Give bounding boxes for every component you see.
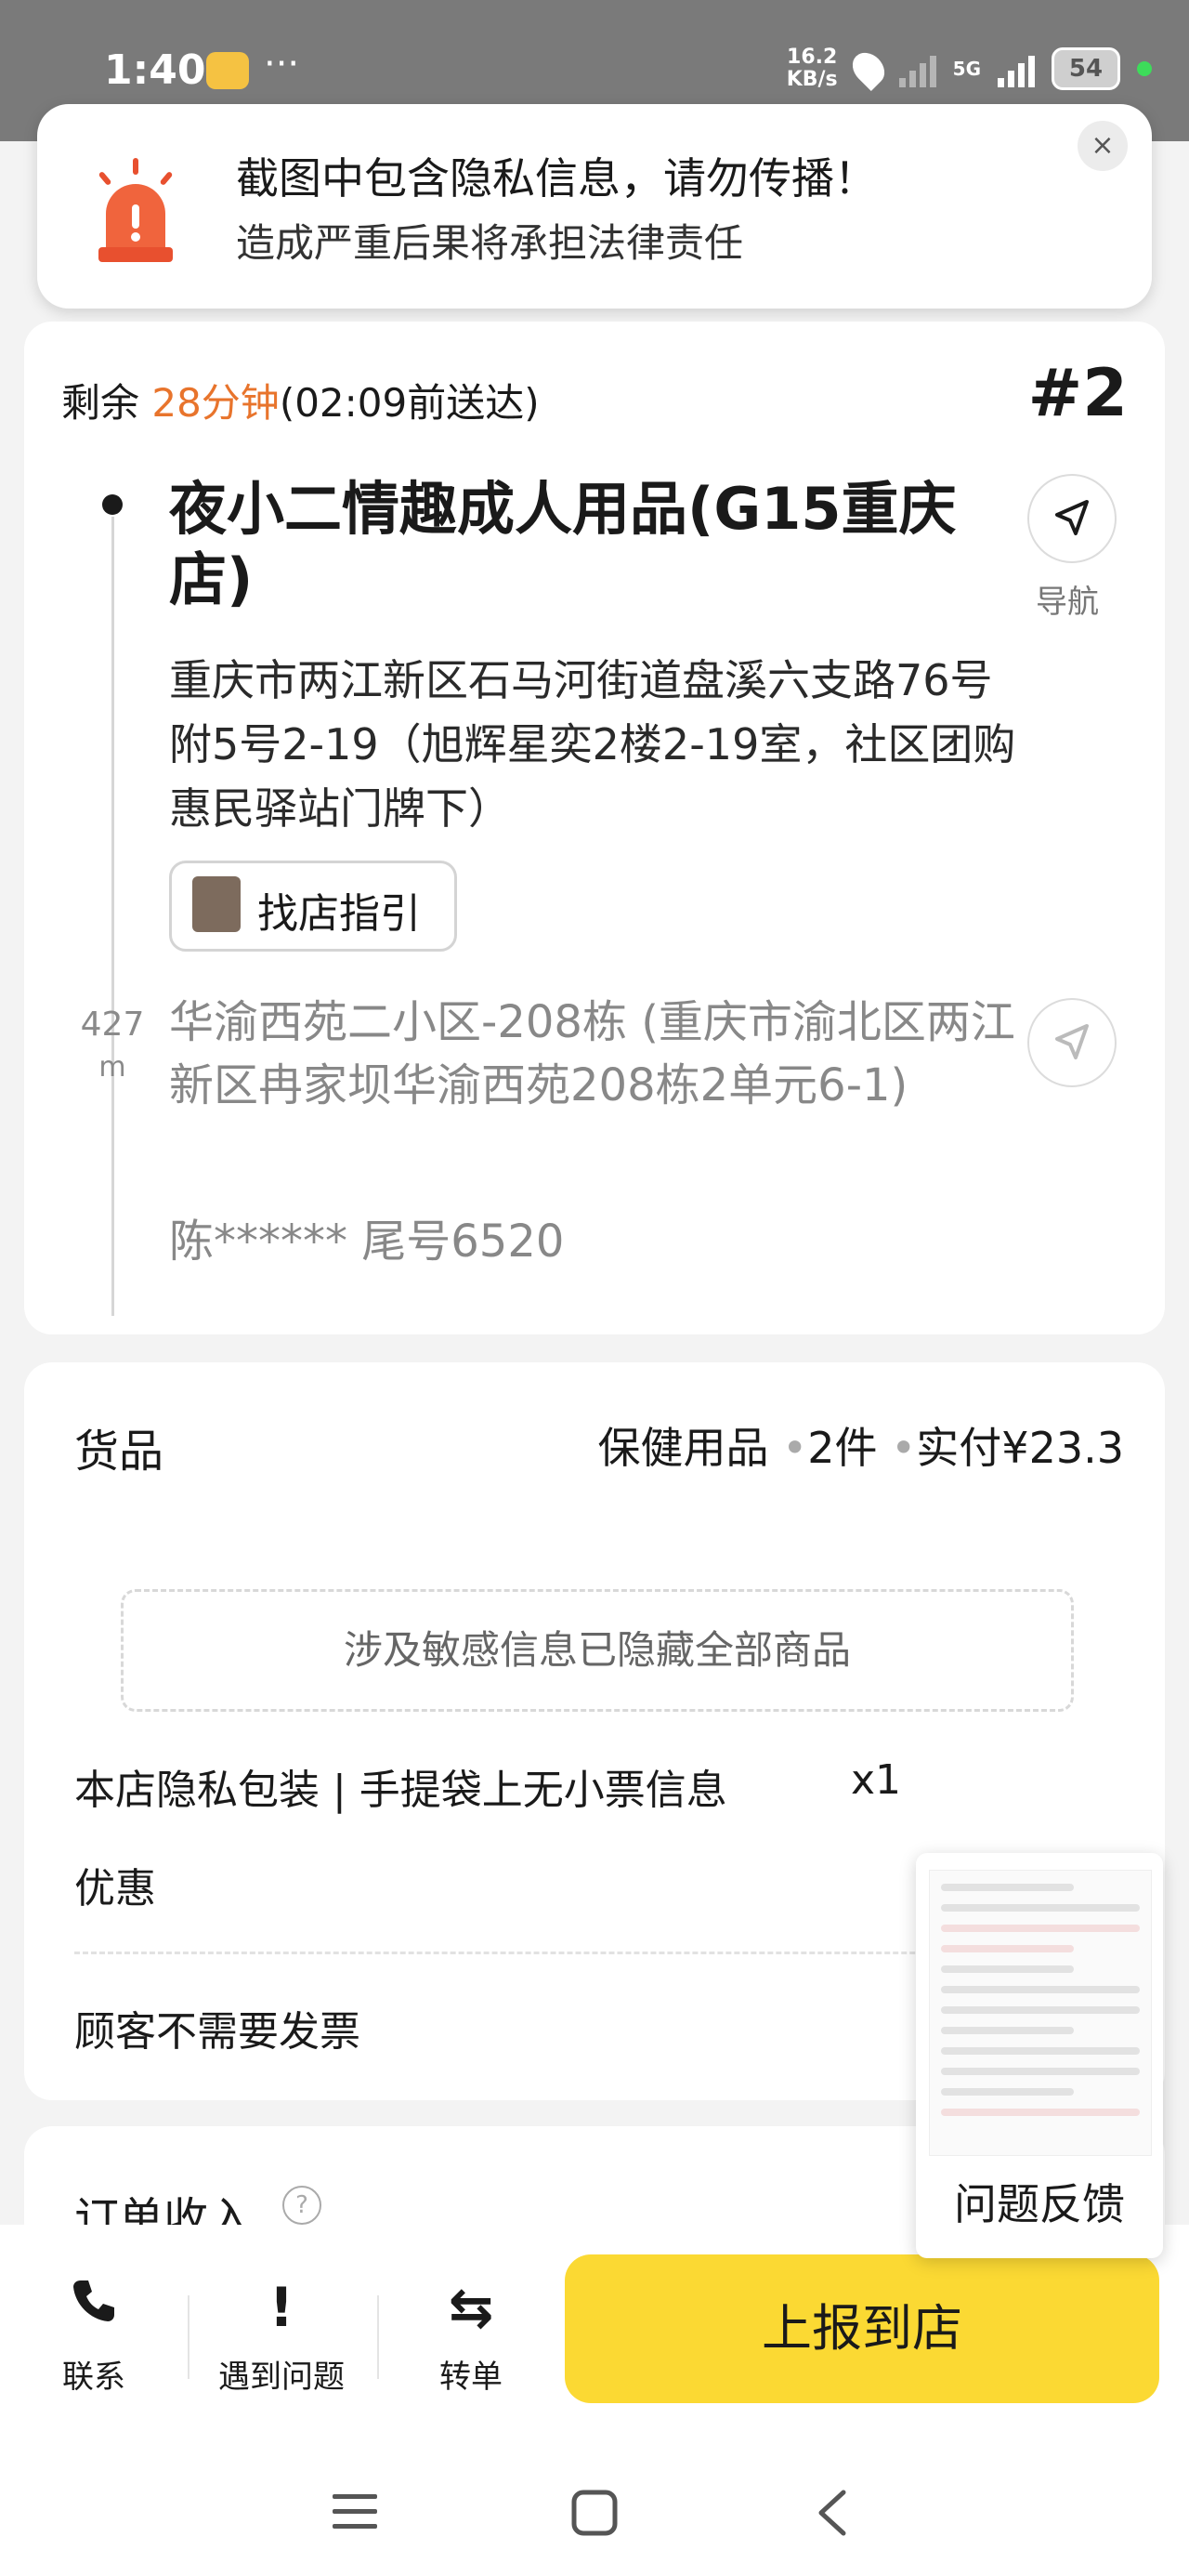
remaining-minutes: 28分钟 bbox=[151, 380, 280, 426]
navigate-label[interactable]: 导航 bbox=[1016, 576, 1118, 622]
package-quantity: x1 bbox=[851, 1756, 902, 1804]
discount-label: 优惠 bbox=[74, 1865, 156, 1912]
privacy-indicator-dot bbox=[1137, 61, 1152, 76]
remaining-time: 剩余 28分钟(02:09前送达) bbox=[61, 380, 540, 426]
hidden-goods-notice: 涉及敏感信息已隐藏全部商品 bbox=[121, 1589, 1074, 1712]
report-arrival-button[interactable]: 上报到店 bbox=[565, 2254, 1159, 2403]
package-item: 本店隐私包装 | 手提袋上无小票信息 bbox=[74, 1767, 727, 1814]
feedback-widget[interactable]: 问题反馈 bbox=[916, 1853, 1163, 2258]
signal-icon-sim1 bbox=[898, 50, 936, 87]
divider bbox=[188, 2295, 189, 2379]
siren-icon bbox=[98, 158, 173, 262]
battery-icon: 54 bbox=[1052, 47, 1120, 90]
help-icon[interactable]: ? bbox=[282, 2186, 321, 2225]
privacy-warning-subtitle: 造成严重后果将承担法律责任 bbox=[236, 220, 744, 266]
distance: 427 m bbox=[80, 1005, 145, 1084]
navigate-customer-button[interactable] bbox=[1027, 998, 1117, 1087]
network-type: 5G bbox=[952, 58, 981, 80]
signal-icon-sim2 bbox=[998, 50, 1035, 87]
more-notifications-icon: ··· bbox=[264, 43, 300, 85]
transfer-button[interactable]: ⇆ 转单 bbox=[383, 2275, 559, 2397]
privacy-warning-banner: 截图中包含隐私信息，请勿传播！ 造成严重后果将承担法律责任 × bbox=[37, 104, 1152, 309]
shop-name: 夜小二情趣成人用品(G15重庆店) bbox=[169, 475, 957, 613]
feedback-label: 问题反馈 bbox=[954, 2179, 1125, 2229]
goods-title: 货品 bbox=[74, 1426, 164, 1478]
bottom-action-bar: 联系 ! 遇到问题 ⇆ 转单 上报到店 bbox=[0, 2225, 1189, 2448]
transfer-arrows-icon: ⇆ bbox=[448, 2276, 494, 2339]
navigate-shop-button[interactable] bbox=[1027, 474, 1117, 563]
home-icon[interactable] bbox=[568, 2487, 621, 2539]
exclamation-icon: ! bbox=[268, 2276, 294, 2339]
phone-icon bbox=[73, 2280, 114, 2321]
privacy-warning-title: 截图中包含隐私信息，请勿传播！ bbox=[236, 153, 877, 204]
problem-button[interactable]: ! 遇到问题 bbox=[193, 2275, 370, 2397]
navigate-arrow-icon bbox=[1055, 500, 1089, 535]
status-time: 1:40 bbox=[104, 46, 206, 94]
network-speed: 16.2 KB/s bbox=[786, 46, 838, 91]
contact-button[interactable]: 联系 bbox=[6, 2275, 182, 2397]
menu-icon[interactable] bbox=[329, 2489, 381, 2535]
app-notification-icon bbox=[206, 52, 249, 89]
delivery-card: 剩余 28分钟(02:09前送达) #2 427 m 夜小二情趣成人用品(G15… bbox=[24, 322, 1165, 1334]
invoice-label: 顾客不需要发票 bbox=[74, 2008, 360, 2056]
close-icon[interactable]: × bbox=[1078, 121, 1128, 171]
route-line bbox=[111, 517, 114, 1316]
route-start-dot bbox=[102, 494, 123, 515]
delivery-deadline: (02:09前送达) bbox=[279, 380, 540, 426]
navigate-arrow-icon bbox=[1055, 1024, 1089, 1059]
system-navigation-bar bbox=[0, 2448, 1189, 2576]
customer-address: 华渝西苑二小区-208栋 (重庆市渝北区两江新区冉家坝华渝西苑208栋2单元6-… bbox=[169, 996, 1015, 1111]
find-store-guide-button[interactable]: 找店指引 bbox=[169, 861, 457, 952]
feedback-screenshot-thumbnail bbox=[929, 1870, 1152, 2156]
goods-summary: 保健用品 •2件 •实付¥23.3 bbox=[597, 1423, 1124, 1473]
back-icon[interactable] bbox=[812, 2487, 853, 2539]
customer-name: 陈****** 尾号6520 bbox=[169, 1216, 565, 1268]
location-icon bbox=[845, 46, 891, 92]
shop-address: 重庆市两江新区石马河街道盘溪六支路76号附5号2-19（旭辉星奕2楼2-19室，… bbox=[169, 655, 1016, 834]
order-number: #2 bbox=[1027, 355, 1128, 431]
divider bbox=[377, 2295, 379, 2379]
store-thumbnail bbox=[192, 876, 241, 932]
